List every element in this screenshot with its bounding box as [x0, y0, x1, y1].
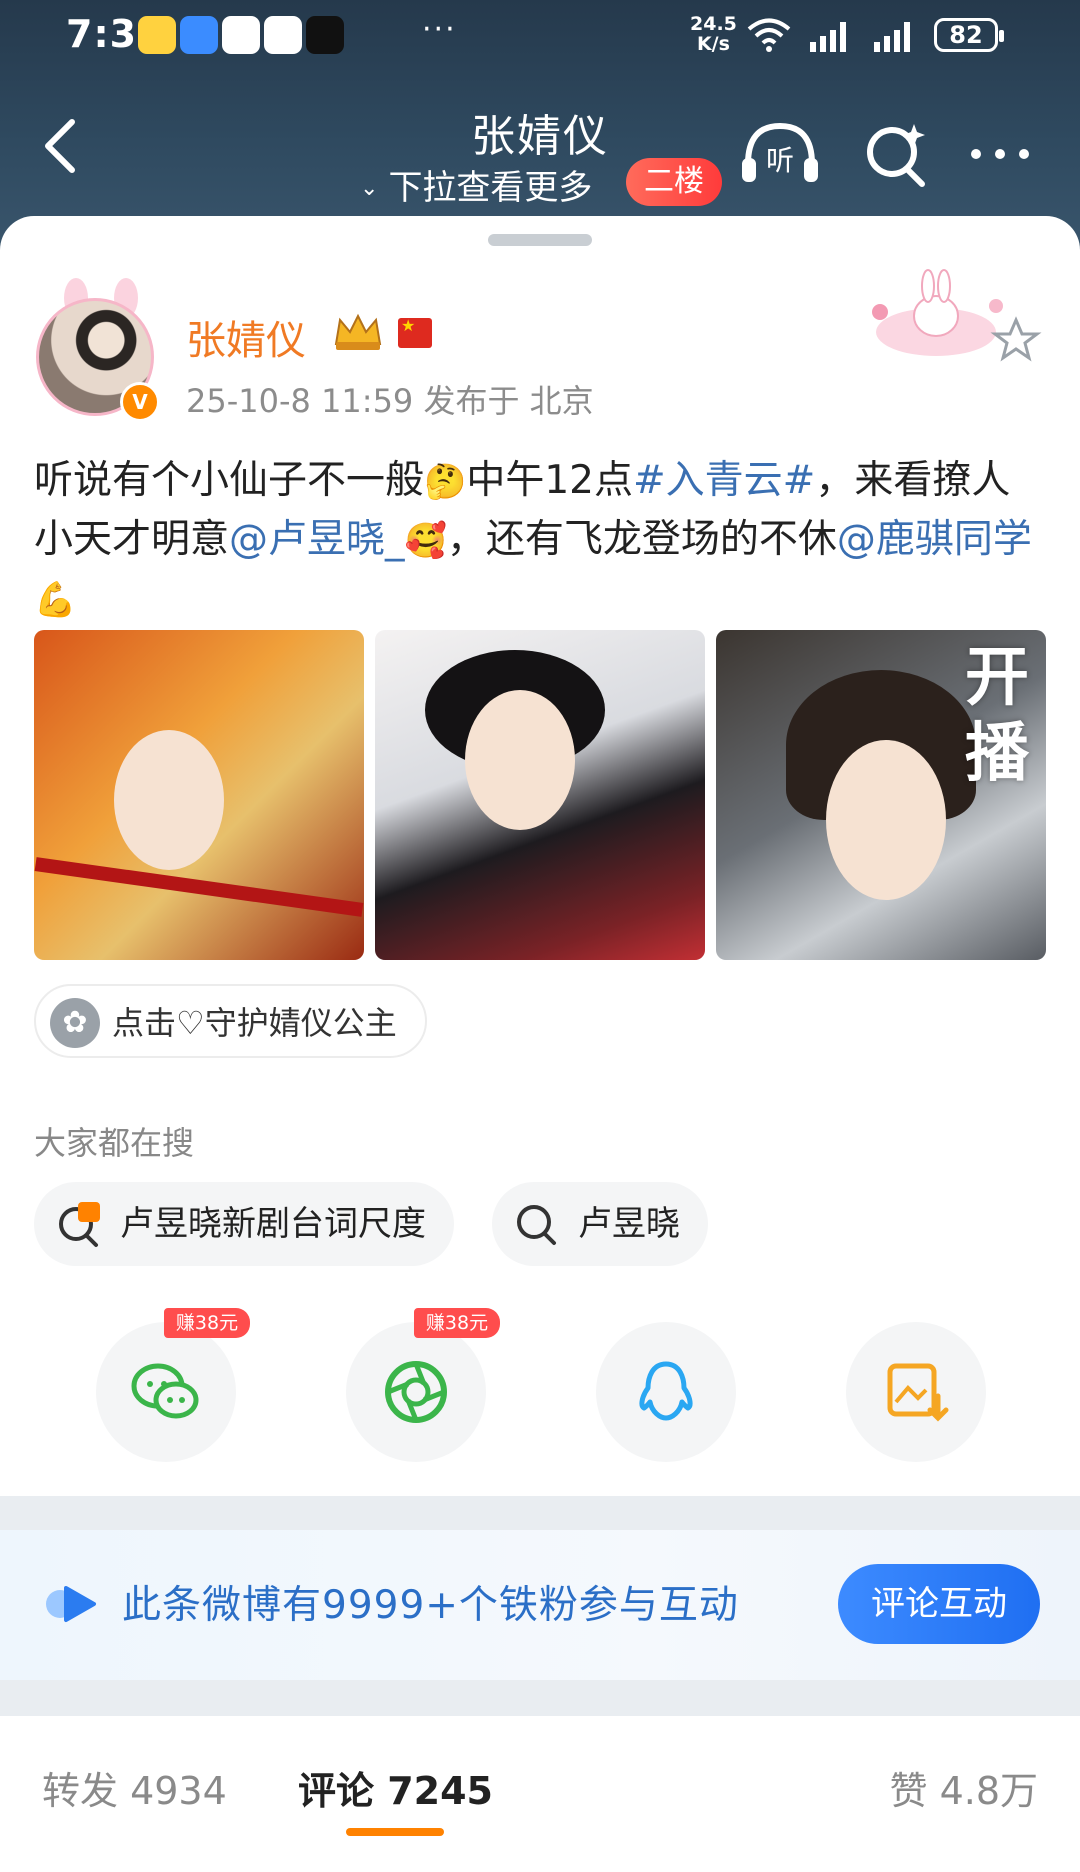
china-flag-icon — [398, 316, 432, 348]
post-card: V 张婧仪 25-10-8 11:59 发布于 北京 听说有个小仙子不一般🤔中午… — [0, 216, 1080, 1496]
save-image-button[interactable] — [846, 1322, 986, 1462]
thinking-emoji-icon: 🤔 — [424, 462, 467, 502]
reward-badge: 赚38元 — [164, 1308, 250, 1338]
save-image-icon — [887, 1363, 949, 1422]
signal-icon-2 — [874, 22, 910, 52]
share-wechat-button[interactable]: 赚38元 — [96, 1308, 250, 1462]
flower-icon: ✿ — [50, 998, 100, 1048]
post-text-segment: 中午12点 — [466, 458, 633, 503]
trending-search-label: 卢昱晓 — [578, 1204, 680, 1244]
moments-icon — [385, 1361, 447, 1423]
support-chip-label: 点击♡守护婧仪公主 — [112, 1004, 397, 1042]
hashtag-link[interactable]: #入青云# — [633, 458, 815, 503]
post-text-segment: ，还有飞龙登场的不休 — [446, 517, 837, 562]
qq-icon — [639, 1361, 693, 1421]
pull-down-hint[interactable]: ⌄ 下拉查看更多 — [360, 160, 592, 209]
tab-comments[interactable]: 评论 7245 — [298, 1760, 493, 1815]
chevron-down-icon: ⌄ — [360, 176, 379, 201]
search-icon[interactable] — [862, 118, 932, 190]
post-stats-tabs: 转发 4934 评论 7245 赞 4.8万 — [0, 1716, 1080, 1872]
photo-caption-char: 开 — [965, 641, 1029, 715]
notification-coin-icon — [138, 16, 176, 54]
share-qq-button[interactable] — [596, 1322, 736, 1462]
photo-sword — [34, 857, 364, 917]
support-chip[interactable]: ✿ 点击♡守护婧仪公主 — [34, 984, 427, 1058]
comment-interact-button[interactable]: 评论互动 — [838, 1564, 1040, 1644]
trending-search-label: 卢昱晓新剧台词尺度 — [120, 1204, 426, 1244]
photo-grid: 开 播 — [34, 630, 1046, 960]
interaction-banner: 此条微博有9999+个铁粉参与互动 评论互动 — [0, 1530, 1080, 1680]
status-bar: 7:34 ··· 24.5 K/s 82 — [0, 0, 1080, 78]
interaction-banner-text: 此条微博有9999+个铁粉参与互动 — [122, 1583, 739, 1628]
active-tab-indicator — [346, 1828, 444, 1836]
smiling-emoji-icon: 🥰 — [404, 521, 447, 561]
post-text-segment: 听说有个小仙子不一般 — [34, 458, 425, 503]
mention-link[interactable]: @卢昱晓_ — [229, 517, 405, 562]
trending-search-title: 大家都在搜 — [34, 1124, 195, 1162]
status-more-dots: ··· — [422, 12, 457, 47]
verified-badge-icon: V — [120, 382, 160, 422]
tab-likes[interactable]: 赞 4.8万 — [889, 1760, 1038, 1815]
crown-badge-icon — [334, 313, 382, 350]
hot-search-icon — [59, 1202, 100, 1247]
bunny-decoration-icon — [872, 269, 1042, 362]
photo-figure — [114, 730, 224, 870]
reward-badge: 赚38元 — [414, 1308, 500, 1338]
fans-interaction-icon — [46, 1586, 96, 1622]
photo-figure — [826, 740, 946, 900]
drag-handle[interactable] — [488, 234, 592, 246]
avatar[interactable]: V — [28, 278, 160, 422]
battery-indicator: 82 — [934, 18, 1004, 52]
post-photo-1[interactable] — [34, 630, 364, 960]
network-speed: 24.5 K/s — [690, 14, 737, 54]
search-icon — [517, 1205, 556, 1245]
post-meta: 25-10-8 11:59 发布于 北京 — [186, 382, 594, 420]
wifi-icon — [747, 18, 791, 52]
listen-icon[interactable]: 听 — [738, 118, 822, 190]
trending-search-item-1[interactable]: 卢昱晓新剧台词尺度 — [34, 1182, 454, 1266]
net-speed-value: 24.5 — [690, 13, 737, 35]
more-icon[interactable] — [968, 118, 1032, 190]
share-moments-button[interactable]: 赚38元 — [346, 1308, 500, 1462]
post-photo-3[interactable]: 开 播 — [716, 630, 1046, 960]
listen-label: 听 — [766, 144, 794, 177]
tab-repost[interactable]: 转发 4934 — [42, 1760, 227, 1815]
photo-caption: 开 播 — [962, 640, 1032, 792]
net-speed-unit: K/s — [696, 33, 730, 55]
author-name[interactable]: 张婧仪 — [186, 308, 306, 366]
signal-icon-1 — [810, 22, 846, 52]
mobile-app-icon — [222, 16, 260, 54]
photo-caption-char: 播 — [965, 717, 1029, 791]
tiktok-icon — [306, 16, 344, 54]
post-text: 听说有个小仙子不一般🤔中午12点#入青云#，来看撩人小天才明意@卢昱晓_🥰，还有… — [34, 452, 1046, 629]
muscle-emoji-icon: 💪 — [34, 580, 77, 620]
wifi-app-icon — [180, 16, 218, 54]
wechat-icon — [131, 1363, 199, 1419]
pull-down-label: 下拉查看更多 — [388, 168, 593, 208]
post-photo-2[interactable] — [375, 630, 705, 960]
photo-figure — [465, 690, 575, 830]
trending-search-item-2[interactable]: 卢昱晓 — [492, 1182, 708, 1266]
floor-badge[interactable]: 二楼 — [626, 158, 722, 206]
mention-link[interactable]: @鹿骐同学 — [837, 517, 1032, 562]
qq-icon — [264, 16, 302, 54]
page-header: 张婧仪 ⌄ 下拉查看更多 二楼 听 — [0, 90, 1080, 220]
